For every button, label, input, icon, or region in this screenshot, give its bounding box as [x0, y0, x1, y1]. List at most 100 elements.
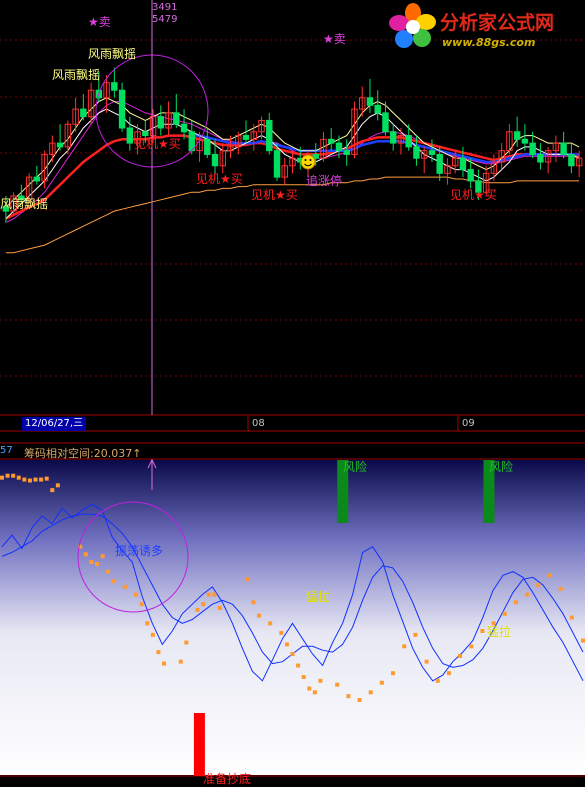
chip-dot: [212, 592, 217, 597]
candle-body: [537, 153, 544, 163]
candle-body: [118, 89, 126, 129]
candle-body: [273, 150, 281, 178]
candle-body: [80, 108, 87, 118]
candle-body: [126, 127, 134, 144]
candle-body: [568, 153, 575, 167]
chip-dot: [279, 630, 284, 635]
chip-dot: [145, 621, 150, 626]
smiley-icon: [300, 154, 316, 170]
annotation-pull-2: 猛拉: [487, 624, 511, 639]
chip-dot: [122, 584, 127, 589]
chip-dot: [424, 659, 429, 664]
chip-dot: [435, 678, 440, 683]
chip-dot: [469, 644, 474, 649]
logo-url: www.88gs.com: [442, 36, 536, 49]
xaxis-label-09: 09: [462, 418, 475, 429]
candle-body: [413, 146, 420, 159]
candle-body: [436, 153, 443, 174]
chip-dot: [357, 698, 362, 702]
chip-dot: [89, 560, 94, 564]
candle-body: [459, 157, 467, 171]
chip-dot: [581, 638, 585, 643]
candle-body: [529, 142, 536, 155]
chip-dot: [139, 602, 144, 607]
candle-body: [266, 119, 273, 152]
annotation-risk-2: 风险: [489, 459, 513, 474]
chip-dot: [39, 477, 44, 482]
annotation-fluctuate: 振荡诱多: [115, 544, 163, 558]
candle-body: [242, 135, 250, 140]
annotation-buy-3: 见机★买: [251, 188, 298, 202]
chip-dot: [106, 569, 111, 574]
chip-dot: [346, 694, 351, 699]
annotation-bottom: 准备抄底: [203, 771, 251, 786]
chip-dot: [16, 475, 21, 480]
grid-lines: [0, 39, 585, 377]
candle-body: [56, 142, 64, 148]
chip-dot: [33, 477, 38, 482]
annotation-pull-1: 猛拉: [306, 589, 330, 604]
chip-dot: [178, 659, 183, 664]
chip-dot: [162, 661, 167, 666]
candle-body: [157, 116, 165, 129]
chip-dot: [217, 606, 222, 610]
chip-dot: [134, 592, 139, 597]
candle-body: [428, 150, 436, 155]
annotation-sell-1: ★卖: [88, 15, 111, 29]
candle-body: [521, 138, 529, 144]
annotation-buy-1: 见机★买: [134, 137, 181, 151]
candle-body: [211, 153, 219, 167]
chip-dot: [11, 473, 16, 478]
candle-body: [33, 176, 41, 182]
chip-dot: [502, 611, 507, 616]
chip-dot: [50, 488, 55, 493]
chip-dot: [547, 573, 552, 578]
chip-dot: [0, 475, 4, 480]
chip-dot: [150, 632, 155, 637]
chip-dot: [256, 613, 261, 618]
candle-body: [180, 123, 188, 133]
chip-dot: [446, 671, 451, 676]
chip-dot: [22, 477, 27, 482]
chip-dot: [156, 650, 161, 655]
chip-dot: [111, 579, 116, 584]
cursor-value-top: 3491: [152, 2, 178, 13]
logo-title: 分析家公式网: [440, 12, 555, 34]
chip-dot: [536, 583, 541, 587]
chip-dot: [318, 678, 323, 683]
chip-dot: [245, 577, 250, 582]
bottom-bar: [193, 713, 205, 776]
xaxis-label-08: 08: [252, 418, 265, 429]
cursor-date-tag: 12/06/27,三: [22, 417, 87, 431]
chip-dot: [569, 615, 574, 620]
chip-dot: [27, 478, 32, 483]
chip-dot: [335, 682, 340, 687]
indicator-title: 筹码相对空间:20.037↑: [24, 447, 142, 460]
annotation-buy-2: 见机★买: [196, 172, 243, 186]
moving-average-lines: [5, 97, 580, 254]
annotation-buy-4: 见机★买: [450, 188, 497, 202]
chip-dot: [201, 602, 206, 607]
flower-logo-icon: [389, 3, 436, 48]
chart-canvas: ★卖 ★卖 风雨飘摇 风雨飘摇 风雨飘摇 见机★买 见机★买 见机★买 见机★买…: [0, 0, 585, 786]
chip-dot: [100, 554, 105, 559]
candle-body: [560, 142, 567, 155]
chip-dot: [312, 690, 317, 695]
candle-body: [382, 112, 389, 133]
candle-body: [374, 104, 381, 114]
chip-dot: [268, 621, 273, 626]
candle-body: [513, 131, 521, 140]
chip-dot: [195, 607, 200, 612]
chip-dot: [206, 592, 211, 597]
chip-dot: [307, 686, 312, 691]
chip-dot: [284, 642, 289, 647]
chip-dot: [251, 600, 256, 605]
indicator-left-value: 57: [0, 445, 13, 456]
candle-body: [343, 150, 350, 155]
annotation-storm-2: 风雨飘摇: [52, 68, 100, 82]
chip-dot: [296, 663, 301, 668]
annotation-sell-2: ★卖: [323, 32, 346, 46]
candle-body: [366, 97, 374, 106]
candle-body: [142, 131, 149, 137]
chip-dot: [525, 592, 530, 597]
